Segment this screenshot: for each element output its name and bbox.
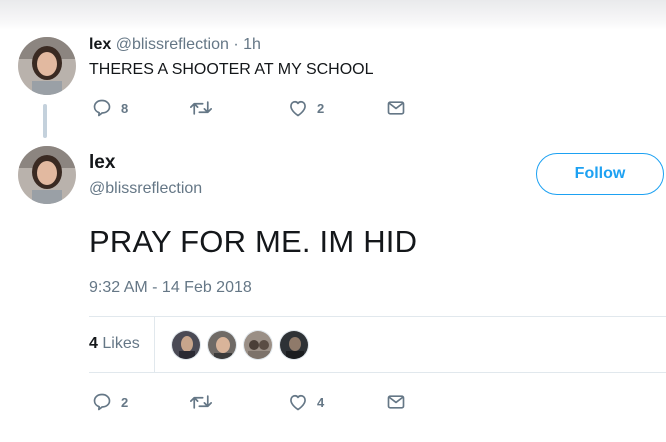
reply-icon [93,393,111,411]
tweet-text: PRAY FOR ME. IM HID [89,224,418,259]
likes-count: 4 [89,335,98,352]
follow-button[interactable]: Follow [536,153,664,195]
reply-button[interactable]: 2 [92,392,128,412]
like-button[interactable]: 4 [288,392,324,412]
liker-avatar[interactable] [243,330,273,360]
liker-avatar[interactable] [207,330,237,360]
retweet-button[interactable] [190,98,212,118]
divider [89,316,666,317]
liker-avatar[interactable] [171,330,201,360]
retweet-icon [190,101,212,115]
reply-count: 2 [121,394,129,410]
tweet-header: lex @blissreflection · 1h [89,36,261,54]
reply-count: 8 [121,100,129,116]
tweet-text: THERES A SHOOTER AT MY SCHOOL [89,61,374,78]
heart-icon [290,394,306,411]
handle[interactable]: @blissreflection [116,36,229,53]
like-count: 2 [317,100,325,116]
likes-label: Likes [102,335,140,352]
divider [89,372,666,373]
display-name[interactable]: lex [89,152,115,174]
avatar[interactable] [18,146,76,204]
display-name[interactable]: lex [89,36,111,53]
retweet-button[interactable] [190,392,212,412]
top-fade [0,0,666,30]
reply-button[interactable]: 8 [92,98,128,118]
reply-icon [93,99,111,117]
heart-icon [290,100,306,117]
message-button[interactable] [386,392,406,412]
tweet-time[interactable]: · 1h [233,36,261,53]
like-count: 4 [317,394,325,410]
like-button[interactable]: 2 [288,98,324,118]
message-icon [387,395,405,409]
message-icon [387,101,405,115]
divider [154,316,155,372]
message-button[interactable] [386,98,406,118]
likes-summary[interactable]: 4 Likes [89,335,140,353]
tweet-timestamp[interactable]: 9:32 AM - 14 Feb 2018 [89,279,252,297]
thread-line [43,104,47,138]
retweet-icon [190,395,212,409]
handle[interactable]: @blissreflection [89,180,202,198]
liker-avatar[interactable] [279,330,309,360]
avatar[interactable] [18,37,76,95]
